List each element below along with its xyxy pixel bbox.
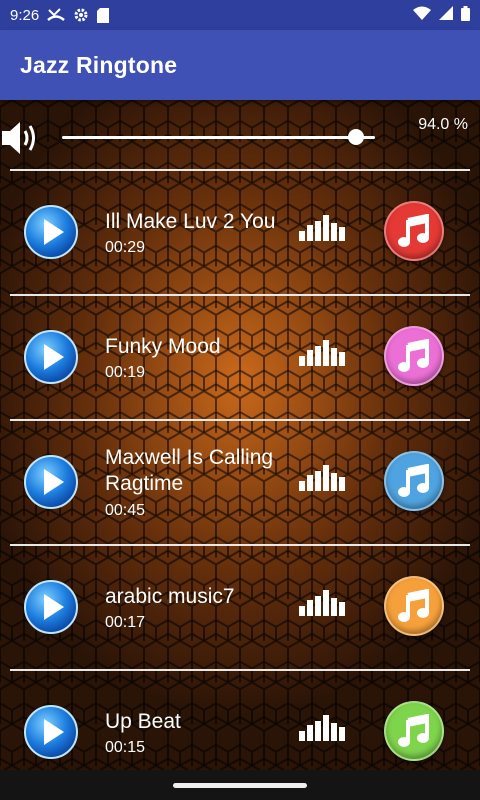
equalizer-icon (298, 340, 348, 366)
song-title: Up Beat (105, 710, 181, 733)
ringtone-row[interactable]: Funky Mood 00:19 (0, 296, 480, 419)
play-button-icon[interactable] (24, 330, 78, 384)
equalizer-icon (298, 715, 348, 741)
navigation-bar (0, 770, 480, 800)
battery-icon (461, 5, 470, 25)
volume-percent-label: 94.0 % (418, 116, 468, 133)
set-ringtone-music-note-icon[interactable] (384, 451, 444, 511)
song-duration: 00:45 (105, 502, 146, 519)
ringtone-row[interactable]: Ill Make Luv 2 You 00:29 (0, 171, 480, 294)
set-ringtone-music-note-icon[interactable] (384, 576, 444, 636)
set-ringtone-music-note-icon[interactable] (384, 326, 444, 386)
equalizer-icon (298, 465, 348, 491)
equalizer-icon (298, 215, 348, 241)
song-title: Maxwell Is Calling Ragtime (105, 446, 274, 495)
volume-slider-thumb[interactable] (348, 129, 365, 145)
set-ringtone-music-note-icon[interactable] (384, 201, 444, 261)
song-title: Funky Mood (105, 335, 221, 358)
song-duration: 00:15 (105, 739, 146, 756)
volume-slider-track[interactable] (62, 136, 375, 139)
song-title: arabic music7 (105, 585, 235, 608)
status-bar: 9:26 (0, 0, 480, 30)
missed-call-icon (47, 8, 66, 22)
settings-gear-icon (73, 7, 89, 23)
ringtone-row[interactable]: arabic music7 00:17 (0, 546, 480, 669)
song-duration: 00:19 (105, 364, 146, 381)
set-ringtone-music-note-icon[interactable] (384, 701, 444, 761)
status-time: 9:26 (10, 6, 40, 24)
play-button-icon[interactable] (24, 580, 78, 634)
cellular-signal-icon (439, 6, 453, 24)
play-button-icon[interactable] (24, 455, 78, 509)
ringtone-row[interactable]: Maxwell Is Calling Ragtime 00:45 (0, 421, 480, 544)
equalizer-icon (298, 590, 348, 616)
app-title: Jazz Ringtone (20, 51, 178, 78)
sd-card-icon (97, 7, 110, 23)
wifi-icon (413, 6, 431, 24)
home-gesture-handle[interactable] (173, 783, 307, 788)
play-button-icon[interactable] (24, 205, 78, 259)
speaker-volume-icon[interactable] (2, 118, 40, 163)
play-button-icon[interactable] (24, 705, 78, 759)
song-title: Ill Make Luv 2 You (105, 210, 276, 233)
song-duration: 00:29 (105, 239, 146, 256)
ringtone-list-area[interactable]: 94.0 % Ill Make Luv 2 You 00:29 Funky Mo… (0, 100, 480, 800)
volume-control: 94.0 % (0, 100, 480, 170)
song-duration: 00:17 (105, 614, 146, 631)
app-bar: Jazz Ringtone (0, 30, 480, 100)
